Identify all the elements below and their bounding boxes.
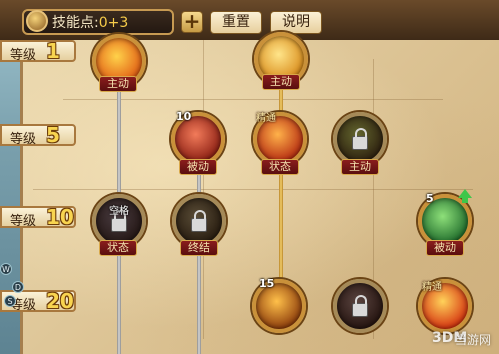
add-skill-points-button[interactable]: + — [181, 11, 203, 33]
lock-icon — [191, 210, 207, 232]
skill-type-badge: 主动 — [99, 76, 137, 92]
skill-type-badge: 状态 — [99, 240, 137, 256]
skill-type-badge: 被动 — [426, 240, 464, 256]
hotkey-label: 空格 — [109, 206, 129, 217]
mastered-label: 精通 — [422, 282, 442, 293]
level-banner-1: 等级 1 — [0, 39, 76, 63]
reset-button[interactable]: 重置 — [210, 11, 262, 34]
level-number: 20 — [46, 289, 74, 313]
lock-icon — [111, 210, 127, 232]
hotkey-d-icon[interactable]: D — [12, 281, 24, 293]
skill-point-coin-icon — [26, 10, 48, 32]
hotkey-s-icon[interactable]: S — [4, 295, 16, 307]
watermark-text: 当游网 — [455, 333, 492, 347]
skill-type-badge: 状态 — [261, 159, 299, 175]
level-label: 等级 — [10, 132, 37, 147]
level-label: 等级 — [10, 48, 37, 63]
skill-type-badge: 主动 — [341, 159, 379, 175]
skill-level-number: 15 — [259, 277, 275, 290]
skill-points-label: 技能点: — [52, 15, 99, 31]
skill-type-badge: 主动 — [262, 74, 300, 90]
skill-node-earth-slash[interactable] — [333, 112, 387, 166]
skill-node-shadow-flame[interactable] — [333, 279, 387, 333]
connector-col2 — [197, 160, 201, 354]
skill-level-number: 5 — [426, 192, 434, 205]
skill-type-badge: 被动 — [179, 159, 217, 175]
skill-points-value: 0+3 — [98, 15, 129, 31]
upgrade-arrow-icon — [458, 189, 472, 203]
skill-points-text: 技能点:0+3 — [52, 12, 128, 32]
lock-icon — [352, 128, 368, 150]
help-button[interactable]: 说明 — [270, 11, 322, 34]
level-banner-5: 等级 5 — [0, 123, 76, 147]
lock-icon — [352, 295, 368, 317]
hotkey-w-icon[interactable]: W — [0, 263, 12, 275]
level-banner-10: 等级 10 — [0, 205, 76, 229]
level-number: 10 — [46, 205, 74, 229]
level-label: 等级 — [10, 214, 37, 229]
skill-level-number: 10 — [176, 110, 192, 123]
level-number: 1 — [46, 39, 60, 63]
level-number: 5 — [46, 123, 60, 147]
mastered-label: 精通 — [256, 113, 276, 124]
skill-type-badge: 终结 — [180, 240, 218, 256]
skill-tree-screen: 技能点:0+3 + 重置 说明 等级 1 等级 5 等级 10 等级 20 主动… — [0, 0, 499, 354]
